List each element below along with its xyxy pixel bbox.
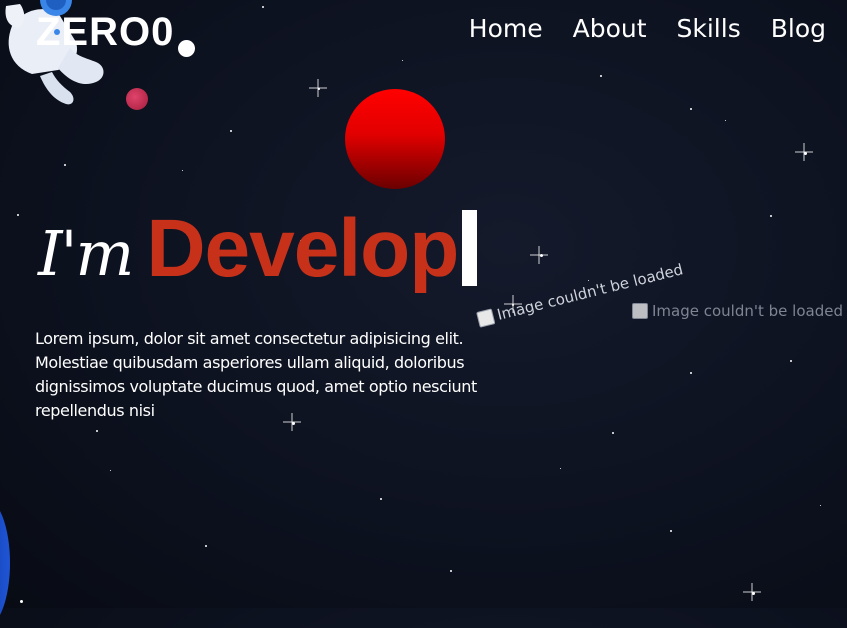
hero-headline: I'm Develop xyxy=(38,203,478,294)
broken-image-icon xyxy=(632,303,648,319)
small-planet xyxy=(126,88,148,110)
hero-prefix: I'm xyxy=(38,217,134,290)
broken-image-2: Image couldn't be loaded xyxy=(632,302,843,320)
nav-item-about[interactable]: About xyxy=(573,14,647,43)
hero-typed-word: Develop xyxy=(146,203,459,294)
nav-item-blog[interactable]: Blog xyxy=(771,14,826,43)
logo-dot xyxy=(178,40,195,57)
hero-intro: Lorem ipsum, dolor sit amet consectetur … xyxy=(35,329,477,420)
broken-image-alt: Image couldn't be loaded xyxy=(652,302,843,320)
broken-image-icon xyxy=(476,308,496,328)
site-logo[interactable]: ZERO0 xyxy=(36,10,174,55)
typing-cursor xyxy=(462,210,478,286)
main-nav: Home About Skills Blog xyxy=(469,14,826,43)
red-sun xyxy=(345,89,445,189)
nav-item-skills[interactable]: Skills xyxy=(677,14,741,43)
nav-item-home[interactable]: Home xyxy=(469,14,543,43)
